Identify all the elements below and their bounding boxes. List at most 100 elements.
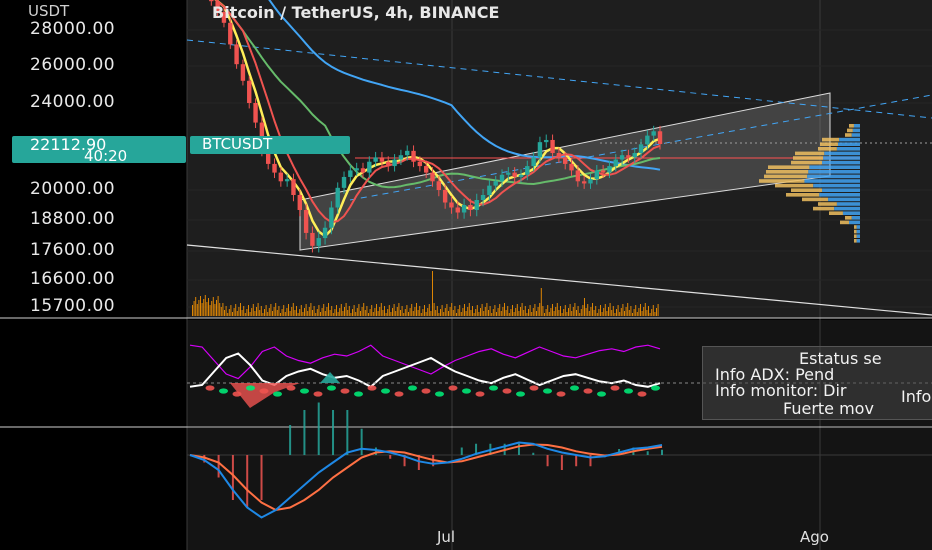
candle-body	[569, 163, 574, 171]
candle-body	[449, 202, 454, 208]
volume-bar	[528, 309, 529, 316]
volume-bar	[454, 306, 456, 316]
volume-bar	[510, 309, 512, 316]
volume-bar	[531, 312, 533, 316]
signal-dot	[246, 385, 255, 391]
volume-bar	[620, 308, 622, 316]
volume-bar	[286, 308, 288, 316]
signal-dot	[313, 391, 323, 397]
volume-bar	[472, 306, 473, 316]
volume-bar	[569, 304, 571, 316]
volume-bar	[595, 306, 597, 316]
volume-bar	[355, 312, 357, 316]
price-tick-label: 24000.00	[30, 92, 116, 112]
volume-bar	[566, 312, 568, 316]
candle-body	[209, 0, 214, 2]
volume-bar	[198, 300, 200, 316]
profile-bar-sell	[854, 225, 857, 229]
volume-bar	[427, 308, 429, 316]
volume-bar	[281, 309, 283, 316]
volume-bar	[283, 305, 285, 316]
volume-bar	[596, 313, 598, 316]
volume-bar	[193, 301, 195, 316]
candle-body	[600, 170, 606, 173]
volume-bar	[316, 309, 318, 316]
volume-bar	[240, 303, 241, 316]
volume-bar	[425, 312, 427, 316]
volume-bar	[491, 313, 493, 316]
signal-dot	[327, 385, 336, 391]
macd-histogram-bar	[575, 455, 578, 467]
volume-bar	[248, 305, 249, 316]
volume-bar	[200, 296, 201, 316]
profile-bar-buy	[836, 202, 860, 206]
volume-bar	[376, 304, 377, 316]
profile-bar-buy	[851, 133, 860, 137]
volume-bar	[516, 304, 518, 316]
volume-bar	[537, 307, 539, 316]
volume-bar	[400, 310, 401, 316]
volume-bar	[622, 304, 624, 316]
volume-bar	[652, 305, 654, 316]
profile-bar-sell	[840, 220, 849, 225]
volume-bar	[424, 305, 425, 316]
volume-bar	[504, 303, 505, 316]
volume-bar	[313, 306, 315, 316]
volume-bar	[241, 310, 243, 316]
volume-bar	[334, 309, 336, 316]
volume-bar	[611, 310, 613, 316]
signal-dot	[651, 385, 660, 391]
volume-bar	[571, 311, 573, 316]
volume-bar	[560, 306, 561, 316]
volume-bar	[608, 307, 609, 316]
volume-bar	[337, 312, 339, 316]
macd-histogram-bar	[246, 455, 249, 508]
profile-bar-sell	[759, 179, 805, 183]
volume-bar	[422, 309, 424, 316]
volume-bar	[617, 305, 619, 316]
volume-bar	[201, 303, 203, 316]
volume-bar	[300, 305, 302, 316]
volume-bar	[593, 310, 595, 316]
x-axis-label-ago: Ago	[800, 528, 829, 546]
volume-bar	[604, 304, 606, 316]
volume-bar	[331, 306, 333, 316]
volume-bar	[244, 313, 246, 316]
volume-bar	[392, 308, 393, 316]
volume-bar	[540, 288, 542, 316]
profile-bar-sell	[845, 133, 852, 137]
chart-canvas[interactable]	[0, 0, 932, 550]
profile-bar-buy	[819, 193, 860, 197]
chart-screen: USDT Bitcoin / TetherUS, 4h, BINANCE 280…	[0, 0, 932, 550]
volume-bar	[640, 304, 641, 316]
signal-dot	[394, 391, 404, 397]
candle-body	[367, 161, 372, 173]
volume-bar	[448, 311, 449, 316]
profile-bar-buy	[856, 239, 860, 243]
candle-body	[322, 227, 328, 239]
volume-bar	[284, 312, 286, 316]
profile-bar-buy	[824, 151, 860, 156]
volume-bar	[315, 313, 317, 316]
profile-bar-buy	[851, 216, 860, 220]
volume-bar	[270, 304, 272, 316]
volume-bar	[262, 313, 264, 316]
volume-bar	[547, 305, 549, 316]
volume-bar	[488, 310, 489, 316]
candle-body	[436, 181, 442, 190]
profile-bar-buy	[856, 225, 860, 229]
candle-body	[417, 161, 423, 167]
volume-bar	[452, 310, 454, 316]
volume-bar	[435, 310, 437, 316]
candle-body	[335, 187, 340, 208]
volume-bar	[243, 306, 245, 316]
volume-bar	[572, 307, 574, 316]
signal-dot	[232, 391, 242, 397]
volume-bar	[296, 306, 297, 316]
volume-bar	[403, 313, 405, 316]
candle-body	[284, 179, 290, 182]
volume-bar	[414, 307, 416, 316]
signal-dot	[273, 391, 282, 397]
volume-bar	[195, 297, 197, 316]
candle-body	[607, 166, 612, 173]
